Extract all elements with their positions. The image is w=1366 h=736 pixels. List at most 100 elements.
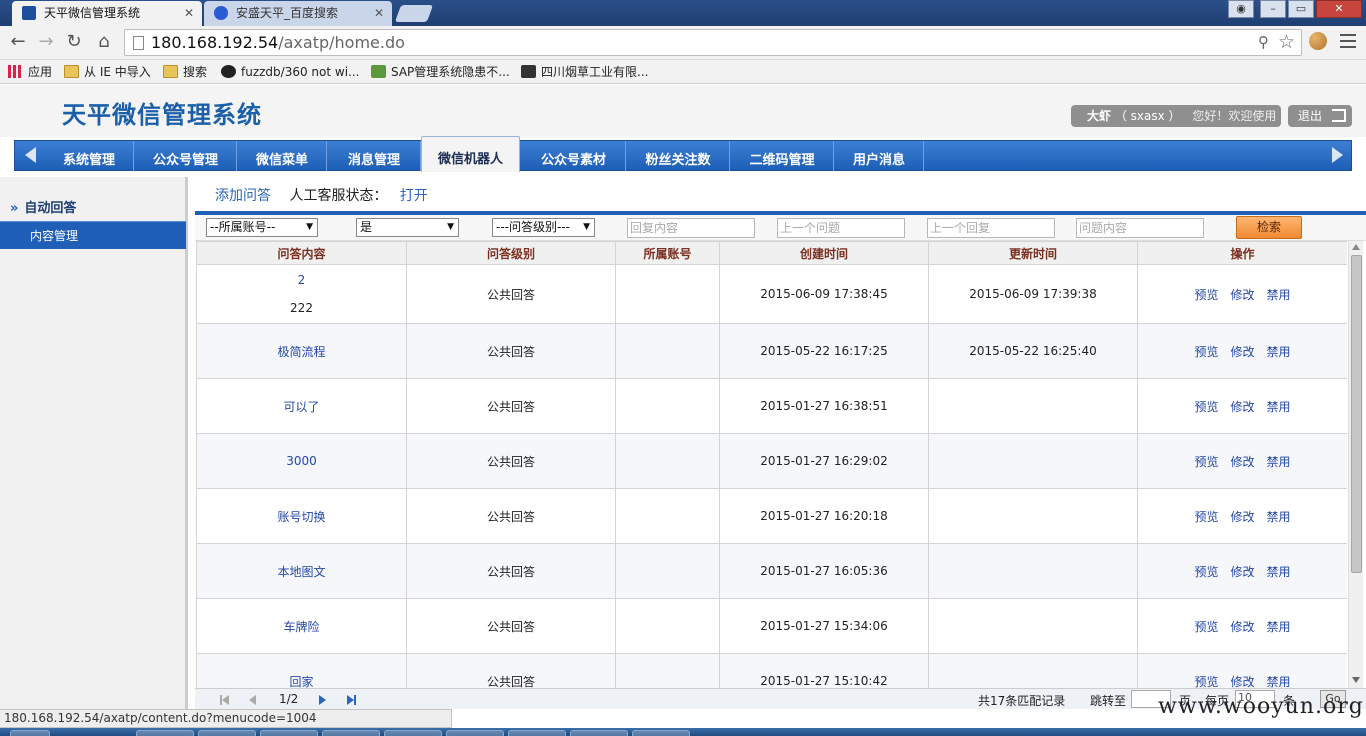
nav-tab-system[interactable]: 系统管理	[45, 141, 134, 171]
bookmark-fuzzdb[interactable]: fuzzdb/360 not wi...	[221, 63, 359, 81]
new-tab-button[interactable]	[394, 5, 434, 22]
scroll-thumb[interactable]	[1351, 255, 1362, 573]
logout-button[interactable]: 退出	[1288, 105, 1352, 127]
table-scrollbar[interactable]	[1348, 241, 1363, 688]
taskbar-item[interactable]	[136, 730, 194, 736]
forward-arrow-icon[interactable]: →	[36, 32, 56, 52]
question-link[interactable]: 账号切换	[277, 510, 325, 524]
taskbar-item[interactable]	[322, 730, 380, 736]
question-link[interactable]: 车牌险	[283, 620, 319, 634]
edit-link[interactable]: 修改	[1230, 675, 1254, 689]
bookmark-sichuan[interactable]: 四川烟草工业有限...	[521, 63, 648, 81]
account-select[interactable]: --所属账号--	[206, 218, 318, 237]
taskbar-item[interactable]	[384, 730, 442, 736]
browser-menu-icon[interactable]	[1340, 34, 1356, 48]
nav-tab-user-messages[interactable]: 用户消息	[835, 141, 924, 171]
taskbar-item[interactable]	[446, 730, 504, 736]
bookmark-search[interactable]: 搜索	[163, 63, 207, 81]
disable-link[interactable]: 禁用	[1267, 288, 1291, 302]
disable-link[interactable]: 禁用	[1267, 510, 1291, 524]
prev-question-input[interactable]: 上一个问题	[777, 218, 905, 238]
disable-link[interactable]: 禁用	[1267, 675, 1291, 689]
maximize-icon[interactable]: ▭	[1288, 0, 1314, 18]
edit-link[interactable]: 修改	[1230, 510, 1254, 524]
start-button[interactable]	[10, 730, 50, 736]
edit-link[interactable]: 修改	[1230, 288, 1254, 302]
bookmark-ie-import[interactable]: 从 IE 中导入	[64, 63, 151, 81]
browser-tab-baidu[interactable]: 安盛天平_百度搜索 ✕	[204, 1, 392, 26]
user-profile-icon[interactable]: ◉	[1228, 0, 1254, 18]
service-status-toggle[interactable]: 打开	[400, 188, 428, 204]
browser-tab-active[interactable]: 天平微信管理系统 ✕	[12, 1, 202, 26]
disable-link[interactable]: 禁用	[1267, 345, 1291, 359]
address-bar[interactable]: 180.168.192.54/axatp/home.do ⚲ ☆	[124, 29, 1302, 56]
nav-tab-wechat-menu[interactable]: 微信菜单	[238, 141, 327, 171]
disable-link[interactable]: 禁用	[1267, 620, 1291, 634]
nav-tab-followers[interactable]: 粉丝关注数	[627, 141, 730, 171]
nav-scroll-left-icon[interactable]	[25, 147, 36, 163]
reload-icon[interactable]: ↻	[64, 32, 84, 52]
close-tab-icon[interactable]: ✕	[184, 1, 194, 25]
scroll-down-icon[interactable]	[1352, 677, 1360, 683]
home-icon[interactable]: ⌂	[94, 32, 114, 52]
cookie-extension-icon[interactable]	[1309, 32, 1327, 50]
wrench-icon[interactable]: ⚲	[1258, 33, 1269, 51]
bookmark-apps[interactable]: 应用	[8, 63, 52, 81]
edit-link[interactable]: 修改	[1230, 345, 1254, 359]
preview-link[interactable]: 预览	[1194, 510, 1218, 524]
last-page-icon[interactable]	[347, 695, 356, 705]
sidebar-item-content-management[interactable]: 内容管理	[0, 221, 186, 249]
search-button[interactable]: 检索	[1236, 216, 1302, 239]
add-qa-link[interactable]: 添加问答	[215, 188, 271, 204]
question-link[interactable]: 本地图文	[277, 565, 325, 579]
bookmark-star-icon[interactable]: ☆	[1278, 31, 1295, 53]
disable-link[interactable]: 禁用	[1267, 455, 1291, 469]
reply-content-input[interactable]: 回复内容	[627, 218, 755, 238]
question-content-input[interactable]: 问题内容	[1076, 218, 1204, 238]
minimize-icon[interactable]: –	[1260, 0, 1286, 18]
back-arrow-icon[interactable]: ←	[8, 32, 28, 52]
preview-link[interactable]: 预览	[1194, 565, 1218, 579]
column-header[interactable]: 问答级别	[406, 241, 616, 265]
preview-link[interactable]: 预览	[1194, 400, 1218, 414]
preview-link[interactable]: 预览	[1194, 288, 1218, 302]
taskbar-item[interactable]	[570, 730, 628, 736]
edit-link[interactable]: 修改	[1230, 455, 1254, 469]
enabled-select[interactable]: 是	[356, 218, 459, 237]
nav-tab-wechat-robot[interactable]: 微信机器人	[421, 136, 520, 172]
disable-link[interactable]: 禁用	[1267, 400, 1291, 414]
question-link[interactable]: 回家	[289, 675, 313, 689]
window-close-icon[interactable]: ✕	[1316, 0, 1362, 18]
question-link[interactable]: 可以了	[283, 400, 319, 414]
preview-link[interactable]: 预览	[1194, 620, 1218, 634]
prev-reply-input[interactable]: 上一个回复	[927, 218, 1055, 238]
first-page-icon[interactable]	[220, 695, 229, 705]
level-select[interactable]: ---问答级别---	[492, 218, 595, 237]
edit-link[interactable]: 修改	[1230, 565, 1254, 579]
prev-page-icon[interactable]	[249, 695, 256, 705]
nav-tab-messages[interactable]: 消息管理	[328, 141, 421, 171]
preview-link[interactable]: 预览	[1194, 345, 1218, 359]
column-header[interactable]: 所属账号	[615, 241, 720, 265]
column-header[interactable]: 创建时间	[719, 241, 929, 265]
taskbar-item[interactable]	[508, 730, 566, 736]
close-tab-icon[interactable]: ✕	[374, 1, 384, 25]
column-header[interactable]: 更新时间	[928, 241, 1138, 265]
question-link[interactable]: 2	[197, 273, 406, 287]
preview-link[interactable]: 预览	[1194, 455, 1218, 469]
question-link[interactable]: 极简流程	[277, 345, 325, 359]
bookmark-sap[interactable]: SAP管理系统隐患不...	[371, 63, 510, 81]
taskbar-item[interactable]	[632, 730, 690, 736]
edit-link[interactable]: 修改	[1230, 400, 1254, 414]
taskbar-item[interactable]	[260, 730, 318, 736]
question-link[interactable]: 3000	[286, 454, 317, 468]
sidebar-section-header[interactable]: » 自动回答	[10, 197, 76, 216]
taskbar-item[interactable]	[198, 730, 256, 736]
nav-tab-official-accounts[interactable]: 公众号管理	[135, 141, 237, 171]
nav-scroll-right-icon[interactable]	[1332, 147, 1343, 163]
preview-link[interactable]: 预览	[1194, 675, 1218, 689]
disable-link[interactable]: 禁用	[1267, 565, 1291, 579]
scroll-up-icon[interactable]	[1352, 244, 1360, 250]
next-page-icon[interactable]	[319, 695, 326, 705]
nav-tab-qrcode[interactable]: 二维码管理	[731, 141, 834, 171]
